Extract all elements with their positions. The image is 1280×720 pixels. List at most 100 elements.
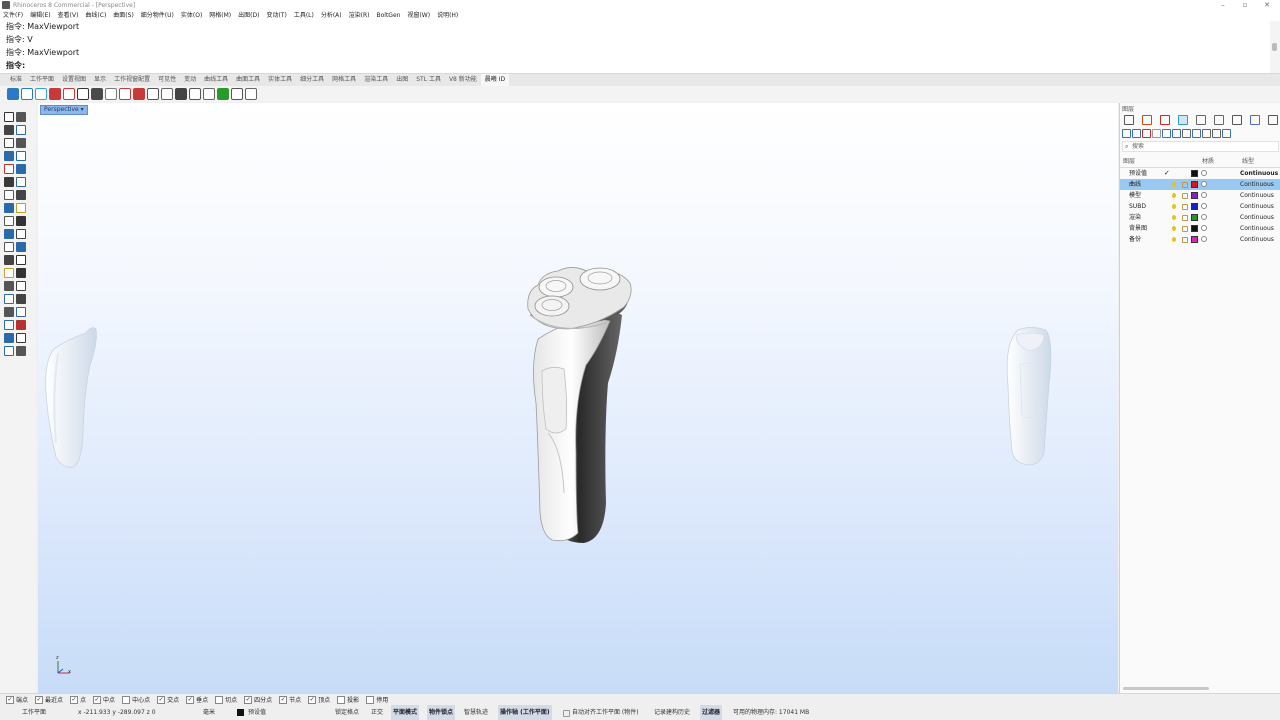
tool-icon[interactable] [16,151,26,161]
layer-tool-icon[interactable] [1222,129,1231,138]
menu-item[interactable]: 分析(A) [318,11,346,21]
visibility-bulb-icon[interactable] [1172,182,1176,187]
menu-item[interactable]: 文件(F) [0,11,27,21]
tab[interactable]: 曲面工具 [232,74,264,86]
layer-color-swatch[interactable] [1191,170,1198,177]
panel-tab-icon[interactable] [1250,115,1260,125]
tool-icon[interactable] [16,281,26,291]
osnap-option[interactable]: ✓ 最近点 [35,695,63,704]
command-prompt[interactable]: 指令: [6,60,25,72]
tool-icon[interactable] [16,216,26,226]
panel-tab-icon[interactable] [1160,115,1170,125]
layer-linetype[interactable]: Continuous [1240,168,1278,179]
layer-color-swatch[interactable] [1191,214,1198,221]
tool-icon[interactable] [4,229,14,239]
tool-icon[interactable] [4,138,14,148]
smarttrack-toggle[interactable]: 智慧轨迹 [464,705,488,720]
cplane-status[interactable]: 工作平面 [22,705,46,720]
tool-icon[interactable] [4,242,14,252]
gumball-toggle[interactable]: 操作轴 (工作平面) [498,705,552,720]
layer-linetype[interactable]: Continuous [1240,190,1274,201]
lock-icon[interactable] [1182,204,1188,210]
menu-item[interactable]: 说明(H) [434,11,462,21]
panel-tab-icon[interactable] [1178,115,1188,125]
gear-icon[interactable] [77,88,89,100]
tab[interactable]: 标准 [6,74,26,86]
panel-tab-icon[interactable] [1124,115,1134,125]
auto-cplane-toggle[interactable]: 自动对齐工作平面 (物件) [572,705,639,720]
lock-icon[interactable] [1182,193,1188,199]
osnap-checkbox[interactable] [337,695,346,704]
current-layer-status[interactable]: 预设值 [248,705,266,720]
tab[interactable]: 出图 [392,74,412,86]
tool-icon[interactable] [4,125,14,135]
sphere-icon[interactable] [217,88,229,100]
box-icon[interactable] [189,88,201,100]
tool-icon[interactable] [4,307,14,317]
layer-tool-icon[interactable] [1172,129,1181,138]
tab[interactable]: 变动 [180,74,200,86]
display-icon[interactable] [21,88,33,100]
tool-icon[interactable] [4,112,14,122]
tool-icon[interactable] [16,190,26,200]
shaver-main-model[interactable] [527,267,632,543]
layer-color-swatch[interactable] [1191,203,1198,210]
tool-icon[interactable] [4,268,14,278]
menu-item[interactable]: 曲线(C) [82,11,110,21]
layer-row[interactable]: 渲染 Continuous [1120,212,1280,223]
osnap-checkbox[interactable]: ✓ [279,695,288,704]
menu-item[interactable]: BoltGen [374,11,405,21]
command-scrollbar[interactable] [1270,21,1280,73]
visibility-bulb-icon[interactable] [1172,193,1176,198]
osnap-checkbox[interactable] [366,695,375,704]
minimize-icon[interactable]: – [1212,0,1234,11]
maximize-icon[interactable]: ▫ [1234,0,1256,11]
material-icon[interactable] [1201,203,1207,209]
layer-row[interactable]: 预设值 ✓ Continuous [1120,168,1280,179]
layer-tool-icon[interactable] [1132,129,1141,138]
viewport-title-tab[interactable]: Perspective ▾ [40,105,88,115]
tab[interactable]: V8 新功能 [445,74,481,86]
osnap-checkbox[interactable]: ✓ [6,695,14,704]
tab[interactable]: 工作视窗配置 [110,74,154,86]
material-icon[interactable] [1201,192,1207,198]
layer-tool-icon[interactable] [1162,129,1171,138]
layer-row[interactable]: 背景图 Continuous [1120,223,1280,234]
layer-linetype[interactable]: Continuous [1240,179,1274,190]
tool-icon[interactable] [4,203,14,213]
osnap-checkbox[interactable]: ✓ [244,695,253,704]
layer-linetype[interactable]: Continuous [1240,212,1274,223]
panel-tab-icon[interactable] [1268,115,1278,125]
material-icon[interactable] [1201,236,1207,242]
panel-tab-icon[interactable] [1196,115,1206,125]
render-icon[interactable] [119,88,131,100]
tool-icon[interactable] [16,294,26,304]
layer-tool-icon[interactable] [1142,129,1151,138]
osnap-option[interactable]: ✓ 垂点 [186,695,208,704]
tab[interactable]: 网格工具 [328,74,360,86]
tool-icon[interactable] [16,307,26,317]
osnap-toggle[interactable]: 物件锁点 [427,705,456,720]
visibility-bulb-icon[interactable] [1172,237,1176,242]
layer-tool-icon[interactable] [1152,129,1161,138]
tab[interactable]: 渲染工具 [360,74,392,86]
osnap-option[interactable]: ✓ 顶点 [308,695,330,704]
lock-icon[interactable] [1182,182,1188,188]
osnap-checkbox[interactable]: ✓ [308,695,317,704]
layer-tool-icon[interactable] [1192,129,1201,138]
material-icon[interactable] [1201,225,1207,231]
close-icon[interactable]: ✕ [1256,0,1278,11]
menu-item[interactable]: 网格(M) [206,11,235,21]
menu-item[interactable]: 渲染(R) [346,11,374,21]
tab[interactable]: 设置视图 [58,74,90,86]
box-icon[interactable] [203,88,215,100]
menu-item[interactable]: 细分物件(U) [138,11,178,21]
layer-row[interactable]: 模型 Continuous [1120,190,1280,201]
filter-toggle[interactable]: 过滤器 [700,705,723,720]
material-icon[interactable] [1201,214,1207,220]
tool-icon[interactable] [4,190,14,200]
scrollbar-thumb[interactable] [1272,43,1277,51]
panel-tab-icon[interactable] [1232,115,1242,125]
tool-icon[interactable] [4,216,14,226]
tool-icon[interactable] [16,203,26,213]
